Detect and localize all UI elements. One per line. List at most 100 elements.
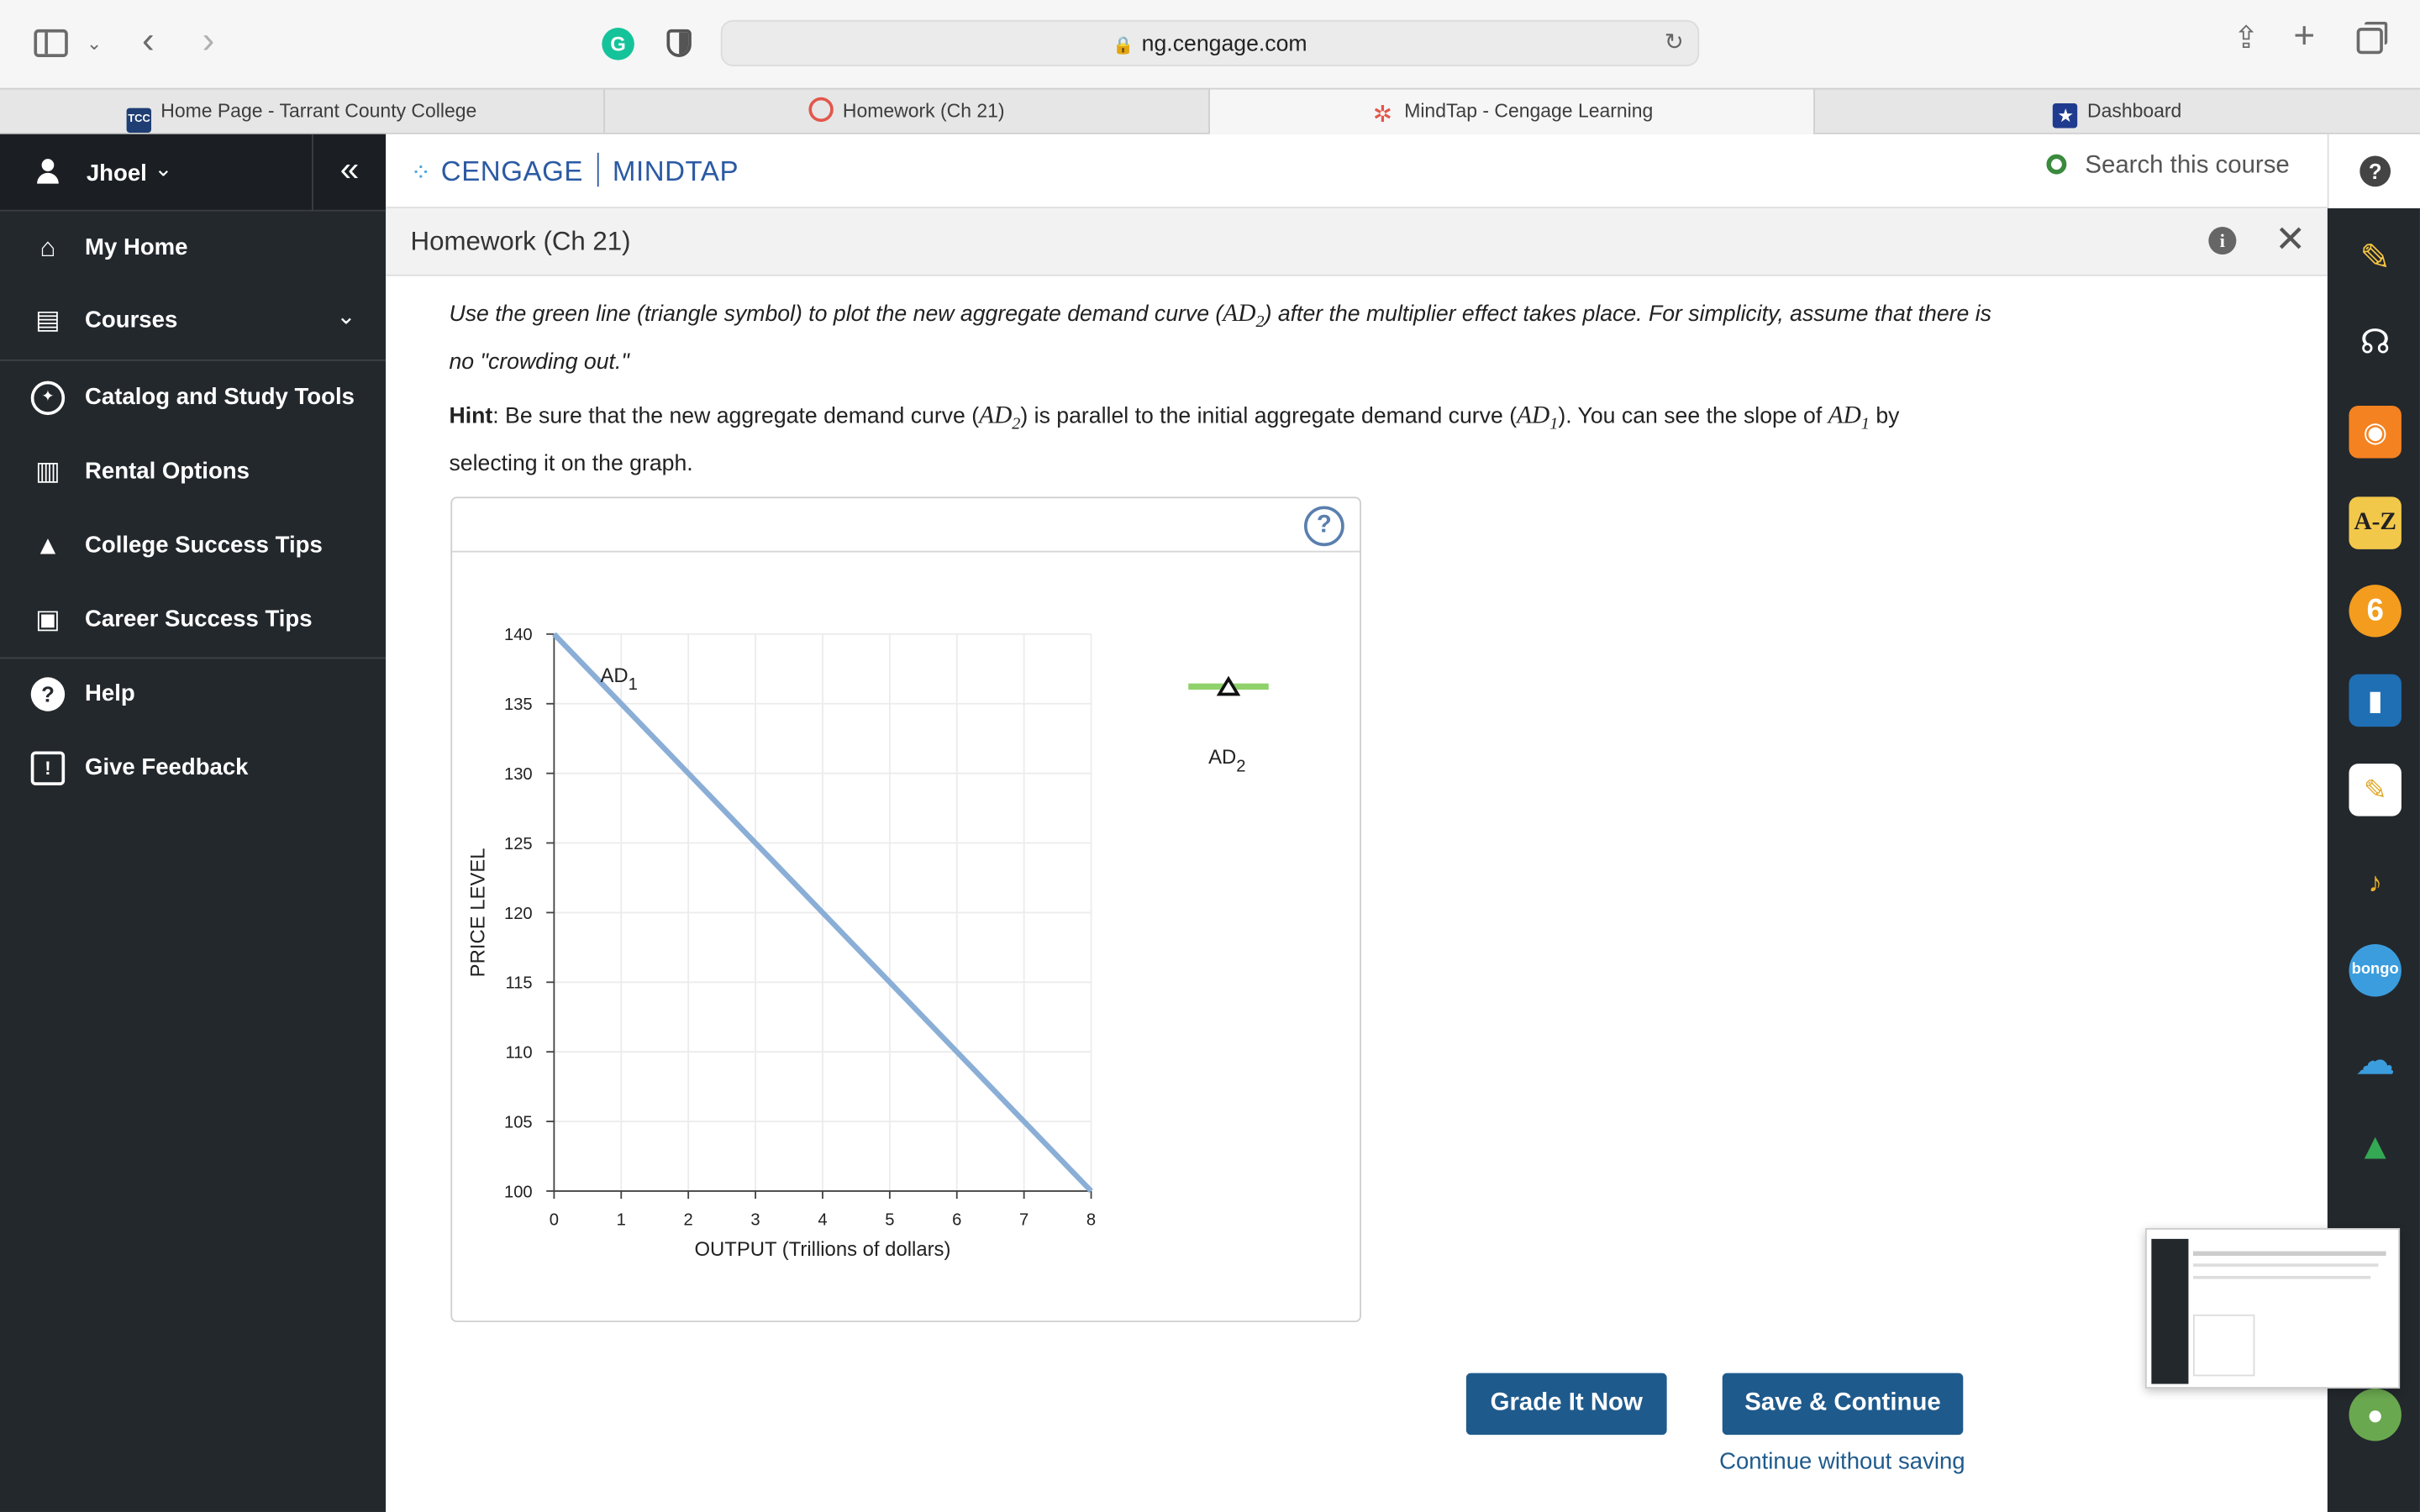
help-icon[interactable]: ? (2360, 155, 2391, 187)
x-tick-label: 2 (684, 1210, 693, 1229)
nav-my-home[interactable]: ⌂ My Home (0, 212, 386, 286)
tcc-logo-icon: TCC (126, 108, 152, 133)
ad-chart[interactable]: 0 1 2 3 4 5 6 7 8 100 105 110 115 120 125 130 135 140 OUTP… (452, 554, 1360, 1320)
sidebar-toggle-icon[interactable] (34, 29, 68, 57)
nav-help[interactable]: ? Help (0, 657, 386, 731)
screenshot-thumbnail[interactable] (2145, 1228, 2401, 1389)
share-icon[interactable]: ⇪ (2233, 24, 2260, 55)
chevron-down-icon: ⌄ (336, 303, 356, 331)
tab-homework[interactable]: Homework (Ch 21) (605, 89, 1210, 134)
nav-label: College Success Tips (85, 532, 323, 559)
mindtap-icon: ✲ (1372, 102, 1393, 129)
pencil-icon[interactable]: ✎ (2349, 233, 2401, 285)
new-tab-icon[interactable]: + (2293, 18, 2315, 55)
nav-label: Career Success Tips (85, 606, 313, 633)
x-tick-label: 0 (550, 1210, 559, 1229)
reload-icon[interactable]: ↻ (1665, 28, 1684, 55)
search-placeholder: Search this course (2085, 152, 2290, 180)
user-icon (37, 159, 59, 184)
readspeaker-icon[interactable]: ♪ (2349, 856, 2401, 908)
grammarly-icon[interactable]: G (602, 28, 634, 60)
save-continue-button[interactable]: Save & Continue (1722, 1373, 1964, 1436)
kaltura-icon[interactable]: 6 (2349, 585, 2402, 638)
grade-it-now-button[interactable]: Grade It Now (1465, 1373, 1667, 1436)
instruction-text: Use the green line (triangle symbol) to … (449, 295, 1992, 382)
address-bar[interactable]: 🔒 ng.cengage.com ↻ (720, 19, 1700, 66)
nav-feedback[interactable]: ! Give Feedback (0, 732, 386, 806)
rss-icon[interactable]: ◉ (2349, 406, 2402, 459)
y-tick-label: 105 (504, 1113, 533, 1131)
hint-part: : Be sure that the new aggregate demand … (492, 404, 980, 429)
math-ad: AD (1517, 402, 1550, 429)
x-tick-label: 3 (750, 1210, 760, 1229)
graph-help-icon[interactable]: ? (1304, 506, 1344, 547)
y-axis-label: PRICE LEVEL (467, 848, 490, 977)
tab-bar: TCC Home Page - Tarrant County College Ho… (0, 87, 2420, 134)
math-ad: AD (1223, 301, 1256, 328)
home-icon: ⌂ (39, 233, 56, 263)
bongo-icon[interactable]: bongo (2349, 944, 2402, 997)
ad2-tool-label: AD2 (1208, 746, 1245, 775)
nav-catalog[interactable]: ✦ Catalog and Study Tools (0, 361, 386, 435)
search-icon (2046, 154, 2067, 175)
tab-mindtap[interactable]: ✲ MindTap - Cengage Learning (1209, 89, 1815, 134)
y-tick-label: 125 (504, 835, 533, 853)
avatar[interactable]: ● (2349, 1389, 2402, 1441)
onedrive-icon[interactable]: ☁ (2349, 1034, 2401, 1086)
headphones-icon[interactable]: ☊ (2349, 317, 2401, 369)
google-drive-icon[interactable]: ▲ (2349, 1121, 2401, 1173)
y-tick-label: 110 (505, 1044, 532, 1063)
notes-icon[interactable]: ✎ (2349, 764, 2402, 816)
y-tick-label: 140 (504, 626, 533, 644)
chevron-down-icon: ⌄ (154, 155, 173, 181)
math-sub: 2 (1012, 414, 1021, 433)
close-icon[interactable]: ✕ (2275, 218, 2306, 262)
x-tick-label: 1 (617, 1210, 626, 1229)
x-tick-label: 7 (1019, 1210, 1028, 1229)
x-axis-label: OUTPUT (Trillions of dollars) (695, 1238, 951, 1261)
browser-toolbar: ⌄ ‹ › G 🔒 ng.cengage.com ↻ ⇪ + (0, 0, 2420, 88)
tab-label: MindTap - Cengage Learning (1404, 100, 1654, 123)
collapse-nav-icon[interactable]: « (312, 134, 386, 212)
brand-cengage: CENGAGE (440, 155, 583, 187)
info-icon[interactable]: i (2208, 226, 2237, 255)
cengage-logo[interactable]: ⁘ CENGAGE MINDTAP (411, 152, 739, 190)
tab-label: Dashboard (2086, 100, 2182, 123)
user-menu[interactable]: Jhoel ⌄ « (0, 134, 387, 212)
ad1-label-subscript: 1 (629, 675, 638, 694)
tab-label: Homework (Ch 21) (842, 100, 1005, 123)
url-text: ng.cengage.com (1141, 32, 1307, 57)
nav-label: My Home (85, 234, 188, 261)
nav-label: Catalog and Study Tools (85, 384, 355, 411)
continue-without-saving-link[interactable]: Continue without saving (1719, 1449, 1965, 1475)
math-sub: 1 (1549, 414, 1559, 433)
chevron-down-icon[interactable]: ⌄ (87, 28, 102, 59)
graduation-cap-icon: ▲ (34, 530, 61, 560)
shield-icon[interactable] (666, 29, 692, 57)
tab-tcc-home[interactable]: TCC Home Page - Tarrant County College (0, 89, 605, 134)
x-tick-label: 5 (885, 1210, 894, 1229)
tab-overview-icon[interactable] (2356, 21, 2388, 55)
forward-icon[interactable]: › (203, 23, 215, 60)
help-column: ? (2327, 134, 2420, 208)
notebook-icon[interactable]: ▮ (2349, 674, 2402, 727)
nav-label: Courses (85, 307, 178, 333)
back-icon[interactable]: ‹ (142, 23, 155, 60)
ad2-label-subscript: 2 (1236, 757, 1245, 775)
x-tick-label: 8 (1086, 1210, 1096, 1229)
dictionary-icon[interactable]: A-Z (2349, 496, 2402, 549)
nav-courses[interactable]: ▤ Courses ⌄ (0, 284, 386, 358)
x-tick-label: 4 (818, 1210, 827, 1229)
y-tick-label: 135 (504, 696, 533, 714)
y-tick-label: 120 (504, 905, 533, 923)
nav-label: Help (85, 680, 135, 707)
y-tick-label: 115 (505, 974, 532, 993)
nav-rental[interactable]: ▥ Rental Options (0, 435, 386, 509)
tab-dashboard[interactable]: ★ Dashboard (1815, 90, 2420, 134)
feedback-icon: ! (30, 751, 66, 785)
nav-college-tips[interactable]: ▲ College Success Tips (0, 509, 386, 583)
math-ad: AD (979, 402, 1013, 429)
course-search[interactable]: Search this course (2046, 152, 2290, 181)
brand-mindtap: MINDTAP (612, 155, 739, 187)
nav-career-tips[interactable]: ▣ Career Success Tips (0, 583, 386, 657)
